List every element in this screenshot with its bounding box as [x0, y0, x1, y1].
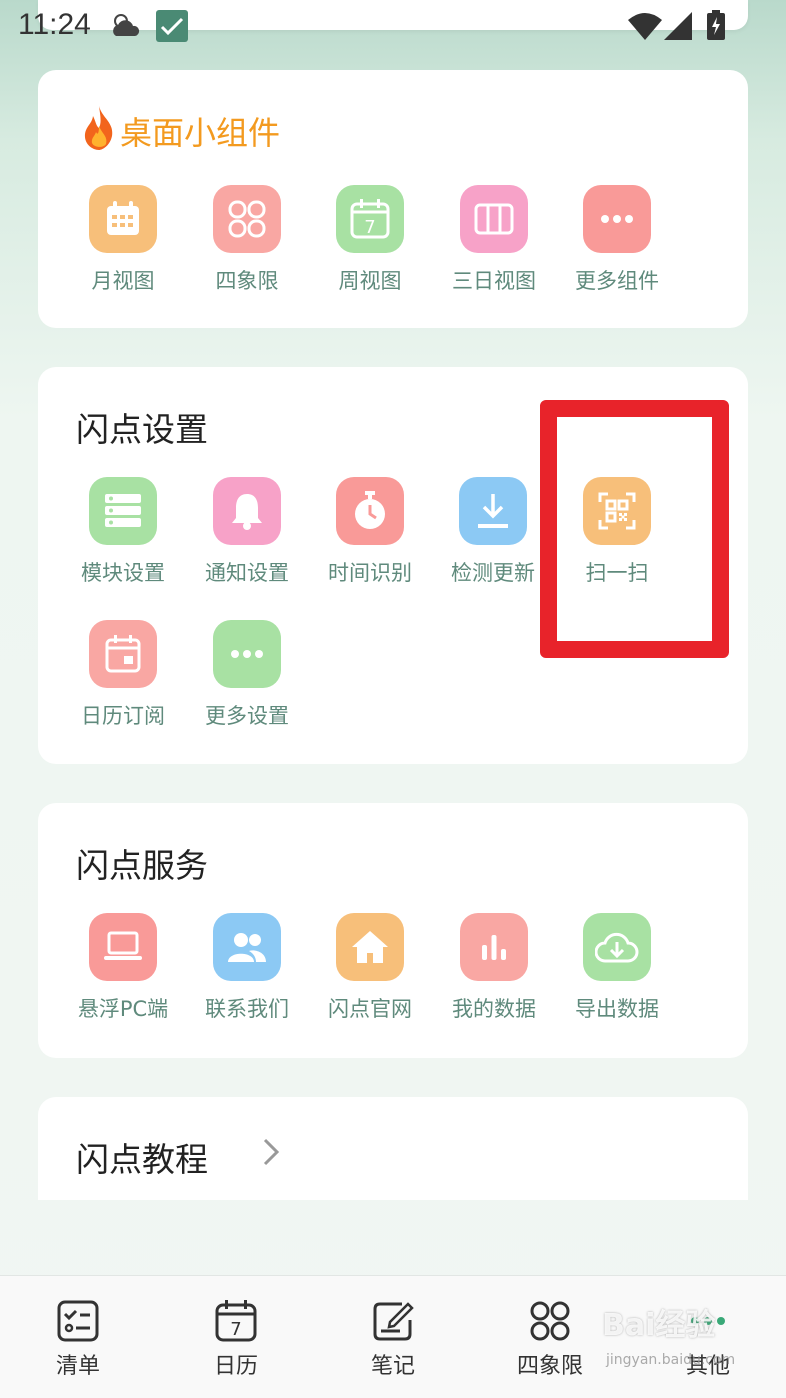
services-title: 闪点服务: [76, 846, 208, 885]
settings-label: 更多设置: [205, 704, 289, 728]
settings-calendar-subscribe[interactable]: 日历订阅: [61, 620, 185, 730]
nav-label: 日历: [213, 1354, 258, 1379]
service-contact-us[interactable]: 联系我们: [185, 913, 309, 1023]
home-icon: [336, 913, 404, 981]
nav-tab-calendar[interactable]: 7 日历: [176, 1300, 296, 1380]
widget-more[interactable]: 更多组件: [555, 185, 679, 295]
download-icon: [459, 477, 527, 545]
settings-module[interactable]: 模块设置: [61, 477, 185, 587]
services-card: 闪点服务 悬浮PC端 联系我们 闪点官网 我的数据 导出数据: [38, 803, 748, 1058]
watermark-text: Bai经验: [602, 1308, 716, 1343]
settings-check-update[interactable]: 检测更新: [431, 477, 555, 587]
service-label: 悬浮PC端: [77, 997, 169, 1021]
nav-tab-four-quadrant[interactable]: 四象限: [490, 1300, 610, 1380]
widget-month-view[interactable]: 月视图: [61, 185, 185, 295]
flame-icon: [82, 106, 116, 154]
service-export-data[interactable]: 导出数据: [555, 913, 679, 1023]
signal-icon: [664, 12, 692, 44]
widget-label: 月视图: [91, 269, 155, 293]
settings-label: 模块设置: [81, 561, 165, 585]
nav-tab-checklist[interactable]: 清单: [18, 1300, 138, 1380]
checklist-icon: [18, 1300, 138, 1342]
widgets-title: 桌面小组件: [120, 114, 281, 152]
tutorial-title: 闪点教程: [76, 1140, 208, 1179]
service-label: 联系我们: [205, 997, 289, 1021]
settings-time-recognition[interactable]: 时间识别: [308, 477, 432, 587]
stopwatch-icon: [336, 477, 404, 545]
calendar-subscribe-icon: [89, 620, 157, 688]
bell-icon: [213, 477, 281, 545]
settings-label: 通知设置: [205, 561, 289, 585]
widget-label: 四象限: [215, 269, 279, 293]
app-notification-icon: [156, 10, 188, 46]
scan-highlight-box: [540, 400, 729, 658]
settings-more[interactable]: 更多设置: [185, 620, 309, 730]
chevron-right-icon: [262, 1137, 280, 1171]
watermark-sub: jingyan.baidu.com: [606, 1352, 736, 1368]
settings-label: 时间识别: [328, 561, 412, 585]
week-calendar-icon: 7: [336, 185, 404, 253]
service-label: 导出数据: [575, 997, 659, 1021]
service-official-site[interactable]: 闪点官网: [308, 913, 432, 1023]
status-bar: 11:24: [0, 0, 786, 56]
cloud-weather-icon: [110, 12, 142, 44]
nav-label: 四象限: [516, 1354, 583, 1379]
settings-label: 检测更新: [451, 561, 535, 585]
cloud-download-icon: [583, 913, 651, 981]
people-icon: [213, 913, 281, 981]
more-icon: [213, 620, 281, 688]
nav-tab-notes[interactable]: 笔记: [333, 1300, 453, 1380]
tutorial-card[interactable]: 闪点教程: [38, 1097, 748, 1200]
widget-label: 周视图: [338, 269, 402, 293]
settings-title: 闪点设置: [76, 410, 208, 449]
svg-text:7: 7: [230, 1319, 241, 1340]
svg-text:7: 7: [364, 217, 375, 238]
wifi-icon: [628, 12, 662, 44]
bar-chart-icon: [460, 913, 528, 981]
calendar-icon: 7: [176, 1300, 296, 1342]
module-list-icon: [89, 477, 157, 545]
three-day-view-icon: [460, 185, 528, 253]
month-calendar-icon: [89, 185, 157, 253]
service-label: 闪点官网: [328, 997, 412, 1021]
nav-label: 清单: [55, 1354, 100, 1379]
widget-three-day-view[interactable]: 三日视图: [432, 185, 556, 295]
nav-label: 笔记: [370, 1354, 415, 1379]
service-floating-pc[interactable]: 悬浮PC端: [61, 913, 185, 1023]
battery-charging-icon: [706, 10, 726, 44]
service-my-data[interactable]: 我的数据: [432, 913, 556, 1023]
laptop-icon: [89, 913, 157, 981]
service-label: 我的数据: [452, 997, 536, 1021]
four-quadrant-icon: [490, 1300, 610, 1342]
widgets-card: 桌面小组件 月视图 四象限 7 周视图 三日视图 更多组件: [38, 70, 748, 328]
more-icon: [583, 185, 651, 253]
settings-label: 日历订阅: [81, 704, 165, 728]
widget-label: 三日视图: [452, 269, 536, 293]
note-edit-icon: [333, 1300, 453, 1342]
widget-four-quadrant[interactable]: 四象限: [185, 185, 309, 295]
widget-label: 更多组件: [575, 269, 659, 293]
settings-notification[interactable]: 通知设置: [185, 477, 309, 587]
baidu-jingyan-watermark: Bai经验 jingyan.baidu.com: [602, 1300, 752, 1380]
widget-week-view[interactable]: 7 周视图: [308, 185, 432, 295]
four-quadrant-icon: [213, 185, 281, 253]
status-time: 11:24: [18, 8, 91, 41]
